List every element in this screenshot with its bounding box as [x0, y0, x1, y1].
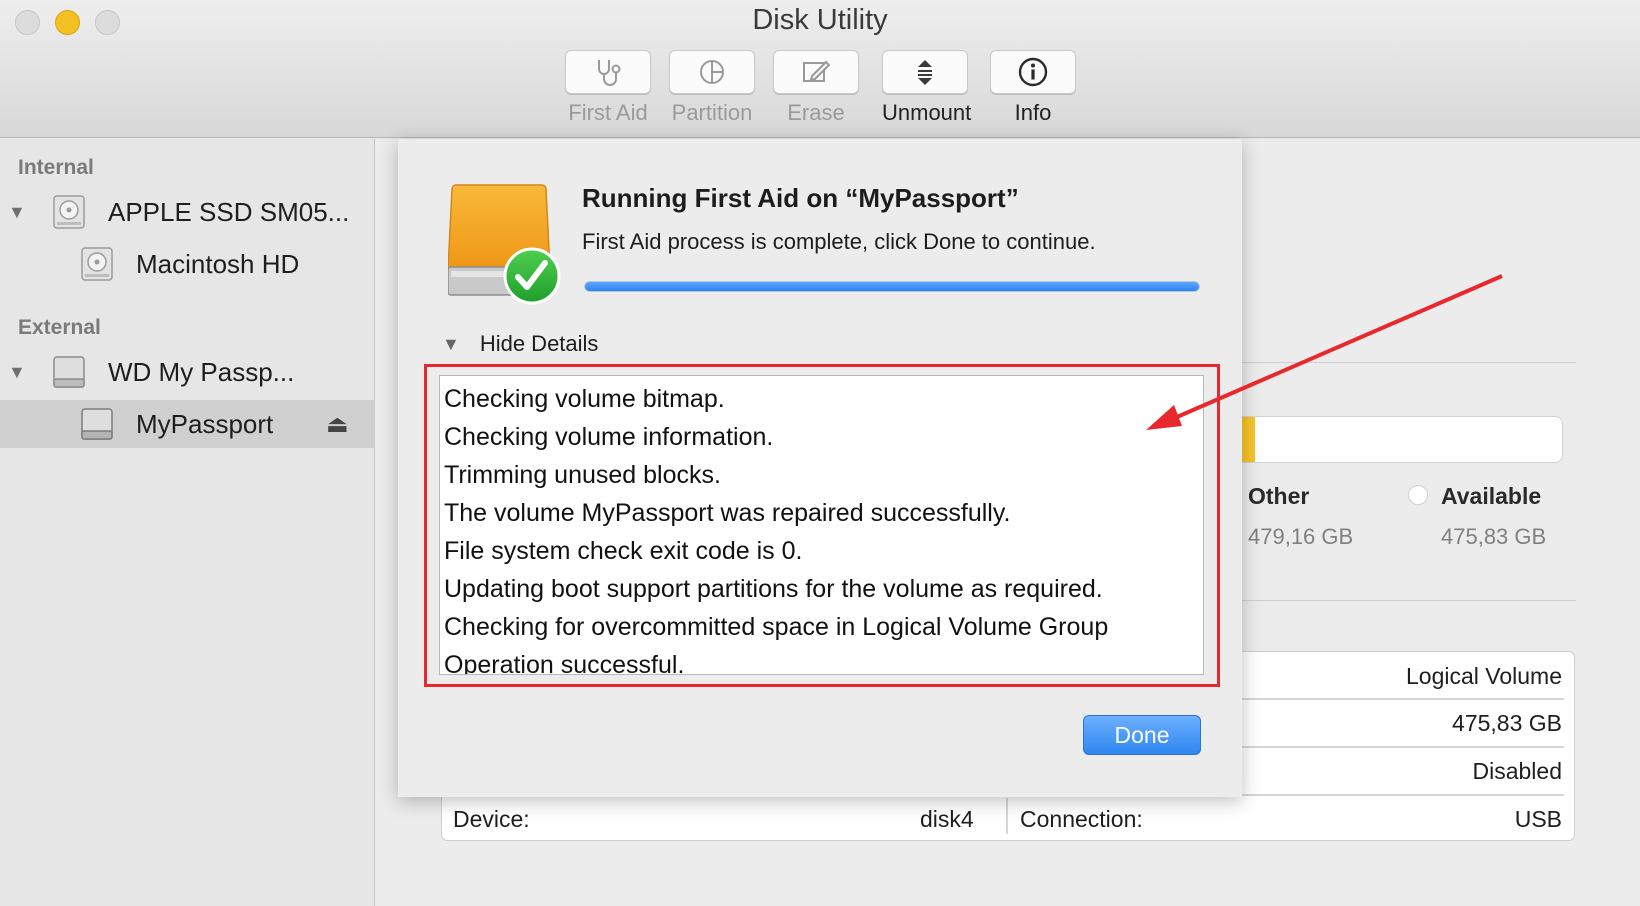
title-bar: Disk Utility First Aid Partition Erase U…	[0, 0, 1640, 138]
progress-bar-fill	[585, 282, 1199, 291]
hide-details-label: Hide Details	[479, 331, 599, 356]
external-volume-icon	[81, 408, 113, 440]
log-output[interactable]: Checking volume bitmap. Checking volume …	[439, 375, 1204, 675]
stethoscope-icon	[598, 60, 621, 86]
sidebar-section-internal: Internal	[18, 156, 94, 179]
log-line: Operation successful.	[444, 651, 685, 675]
table-divider	[1202, 794, 1564, 796]
toolbar-unmount[interactable]: Unmount	[882, 50, 972, 126]
info-button[interactable]	[990, 50, 1076, 94]
info-label: Info	[1014, 100, 1052, 125]
erase-button[interactable]	[773, 50, 859, 94]
eject-icon[interactable]: ⏏	[326, 410, 349, 439]
internal-volume-icon	[81, 247, 113, 281]
log-line: Updating boot support partitions for the…	[444, 575, 1103, 603]
first-aid-label: First Aid	[568, 100, 648, 125]
sidebar-item-wd-my-passport[interactable]: ▼ WD My Passp...	[0, 348, 375, 396]
disclosure-triangle-icon[interactable]: ▼	[442, 334, 460, 355]
sidebar-item-macintosh-hd[interactable]: Macintosh HD	[0, 240, 375, 288]
unmount-button[interactable]	[882, 50, 968, 94]
sidebar-item-label: WD My Passp...	[108, 356, 295, 387]
info-owners-value: Disabled	[1472, 758, 1563, 784]
legend-available-value: 475,83 GB	[1441, 524, 1547, 549]
disclosure-triangle-icon[interactable]: ▼	[8, 202, 26, 223]
toolbar-erase[interactable]: Erase	[773, 50, 859, 126]
external-drive-check-icon	[448, 184, 561, 305]
sidebar-item-label: MyPassport	[136, 408, 274, 439]
divider	[1200, 600, 1576, 601]
table-column-divider	[1006, 798, 1008, 834]
unmount-icon	[918, 60, 932, 85]
log-line: File system check exit code is 0.	[444, 537, 803, 565]
log-line: Trimming unused blocks.	[444, 461, 721, 489]
sidebar-item-apple-ssd[interactable]: ▼ APPLE SSD SM05...	[0, 188, 375, 236]
partition-button[interactable]	[669, 50, 755, 94]
info-connection-value: USB	[1514, 806, 1562, 832]
toolbar-info[interactable]: Info	[990, 50, 1076, 126]
internal-disk-icon	[53, 195, 85, 229]
info-device-value: disk4	[920, 806, 974, 832]
sheet-title: Running First Aid on “MyPassport”	[582, 183, 1019, 213]
info-connection-label: Connection:	[1020, 806, 1143, 832]
log-line: Checking volume bitmap.	[444, 385, 725, 413]
info-type-value: Logical Volume	[1406, 663, 1562, 689]
log-line: Checking for overcommitted space in Logi…	[444, 613, 1109, 641]
progress-bar	[584, 281, 1200, 292]
sidebar-item-label: APPLE SSD SM05...	[108, 196, 350, 227]
toolbar-first-aid[interactable]: First Aid	[565, 50, 651, 126]
first-aid-button[interactable]	[565, 50, 651, 94]
legend-other-title: Other	[1248, 483, 1310, 509]
table-divider	[1202, 746, 1564, 748]
first-aid-sheet: Running First Aid on “MyPassport” First …	[398, 139, 1242, 797]
info-icon	[1018, 57, 1048, 87]
hide-details-toggle[interactable]: ▼ Hide Details	[442, 331, 598, 357]
sidebar-item-mypassport[interactable]: MyPassport ⏏	[0, 400, 375, 448]
sheet-message: First Aid process is complete, click Don…	[582, 229, 1096, 254]
partition-label: Partition	[671, 100, 753, 125]
external-disk-icon	[53, 356, 85, 388]
legend-available-swatch	[1408, 485, 1428, 505]
toolbar-partition[interactable]: Partition	[669, 50, 755, 126]
sidebar: Internal ▼ APPLE SSD SM05... Macintosh H…	[0, 139, 375, 906]
legend-available-title: Available	[1441, 483, 1542, 509]
sidebar-section-external: External	[18, 316, 101, 339]
done-button[interactable]: Done	[1083, 715, 1201, 755]
erase-label: Erase	[787, 100, 845, 125]
pencil-icon	[803, 60, 831, 82]
sidebar-item-label: Macintosh HD	[136, 248, 300, 279]
divider	[1200, 362, 1576, 363]
disclosure-triangle-icon[interactable]: ▼	[8, 362, 26, 383]
info-device-label: Device:	[453, 806, 530, 832]
info-capacity-value: 475,83 GB	[1452, 710, 1562, 736]
unmount-label: Unmount	[882, 100, 972, 125]
window-title: Disk Utility	[752, 4, 888, 36]
pie-icon	[700, 60, 724, 84]
log-line: The volume MyPassport was repaired succe…	[444, 499, 1011, 527]
log-line: Checking volume information.	[444, 423, 774, 451]
usage-bar	[1200, 416, 1563, 463]
table-divider	[1202, 698, 1564, 700]
legend-other-value: 479,16 GB	[1248, 524, 1354, 549]
